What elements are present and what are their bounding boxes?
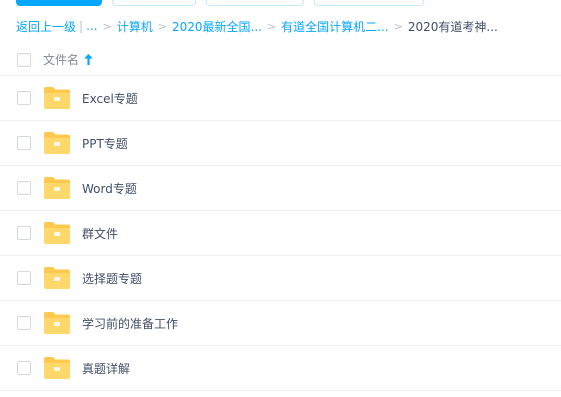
breadcrumb-current: 2020有道考神... — [408, 18, 498, 35]
file-name[interactable]: 学习前的准备工作 — [82, 315, 178, 332]
file-row[interactable]: 群文件 — [0, 211, 561, 256]
folder-icon — [43, 311, 71, 335]
toolbar — [0, 0, 561, 8]
row-checkbox[interactable] — [17, 361, 31, 375]
upload-button[interactable] — [16, 0, 102, 6]
file-list: Excel专题 PPT专题 Word专题 群文件 选择题 — [0, 76, 561, 391]
chevron-right-icon: > — [158, 20, 167, 33]
file-row[interactable]: Word专题 — [0, 166, 561, 211]
folder-icon — [43, 356, 71, 380]
folder-icon — [43, 266, 71, 290]
offline-download-button[interactable] — [206, 0, 304, 6]
column-header-name[interactable]: 文件名 — [43, 51, 93, 68]
row-checkbox[interactable] — [17, 226, 31, 240]
breadcrumb-item-2020-latest[interactable]: 2020最新全国... — [172, 18, 262, 35]
select-all-checkbox[interactable] — [17, 53, 31, 67]
back-link[interactable]: 返回上一级 — [16, 18, 76, 35]
row-checkbox[interactable] — [17, 136, 31, 150]
file-row[interactable]: 学习前的准备工作 — [0, 301, 561, 346]
row-checkbox[interactable] — [17, 316, 31, 330]
column-header-name-label: 文件名 — [43, 51, 79, 68]
file-name[interactable]: 群文件 — [82, 225, 118, 242]
row-checkbox[interactable] — [17, 271, 31, 285]
chevron-right-icon: > — [267, 20, 276, 33]
breadcrumb-ellipsis[interactable]: ... — [86, 19, 97, 33]
folder-icon — [43, 176, 71, 200]
file-name[interactable]: 真题详解 — [82, 360, 130, 377]
new-folder-button[interactable] — [112, 0, 196, 6]
my-devices-button[interactable] — [314, 0, 424, 6]
file-name[interactable]: PPT专题 — [82, 135, 128, 152]
breadcrumb-item-youdao[interactable]: 有道全国计算机二... — [281, 18, 388, 35]
folder-icon — [43, 221, 71, 245]
folder-icon — [43, 131, 71, 155]
row-checkbox[interactable] — [17, 181, 31, 195]
row-checkbox[interactable] — [17, 91, 31, 105]
breadcrumb: 返回上一级 | ... > 计算机 > 2020最新全国... > 有道全国计算… — [16, 16, 498, 36]
breadcrumb-divider: | — [79, 19, 83, 33]
file-list-header: 文件名 — [0, 44, 561, 76]
sort-ascending-icon[interactable] — [84, 54, 93, 65]
file-row[interactable]: Excel专题 — [0, 76, 561, 121]
file-row[interactable]: PPT专题 — [0, 121, 561, 166]
file-name[interactable]: Excel专题 — [82, 90, 138, 107]
chevron-right-icon: > — [103, 20, 112, 33]
file-name[interactable]: Word专题 — [82, 180, 137, 197]
breadcrumb-item-computer[interactable]: 计算机 — [117, 18, 153, 35]
file-row[interactable]: 真题详解 — [0, 346, 561, 391]
chevron-right-icon: > — [394, 20, 403, 33]
file-name[interactable]: 选择题专题 — [82, 270, 142, 287]
file-row[interactable]: 选择题专题 — [0, 256, 561, 301]
folder-icon — [43, 86, 71, 110]
